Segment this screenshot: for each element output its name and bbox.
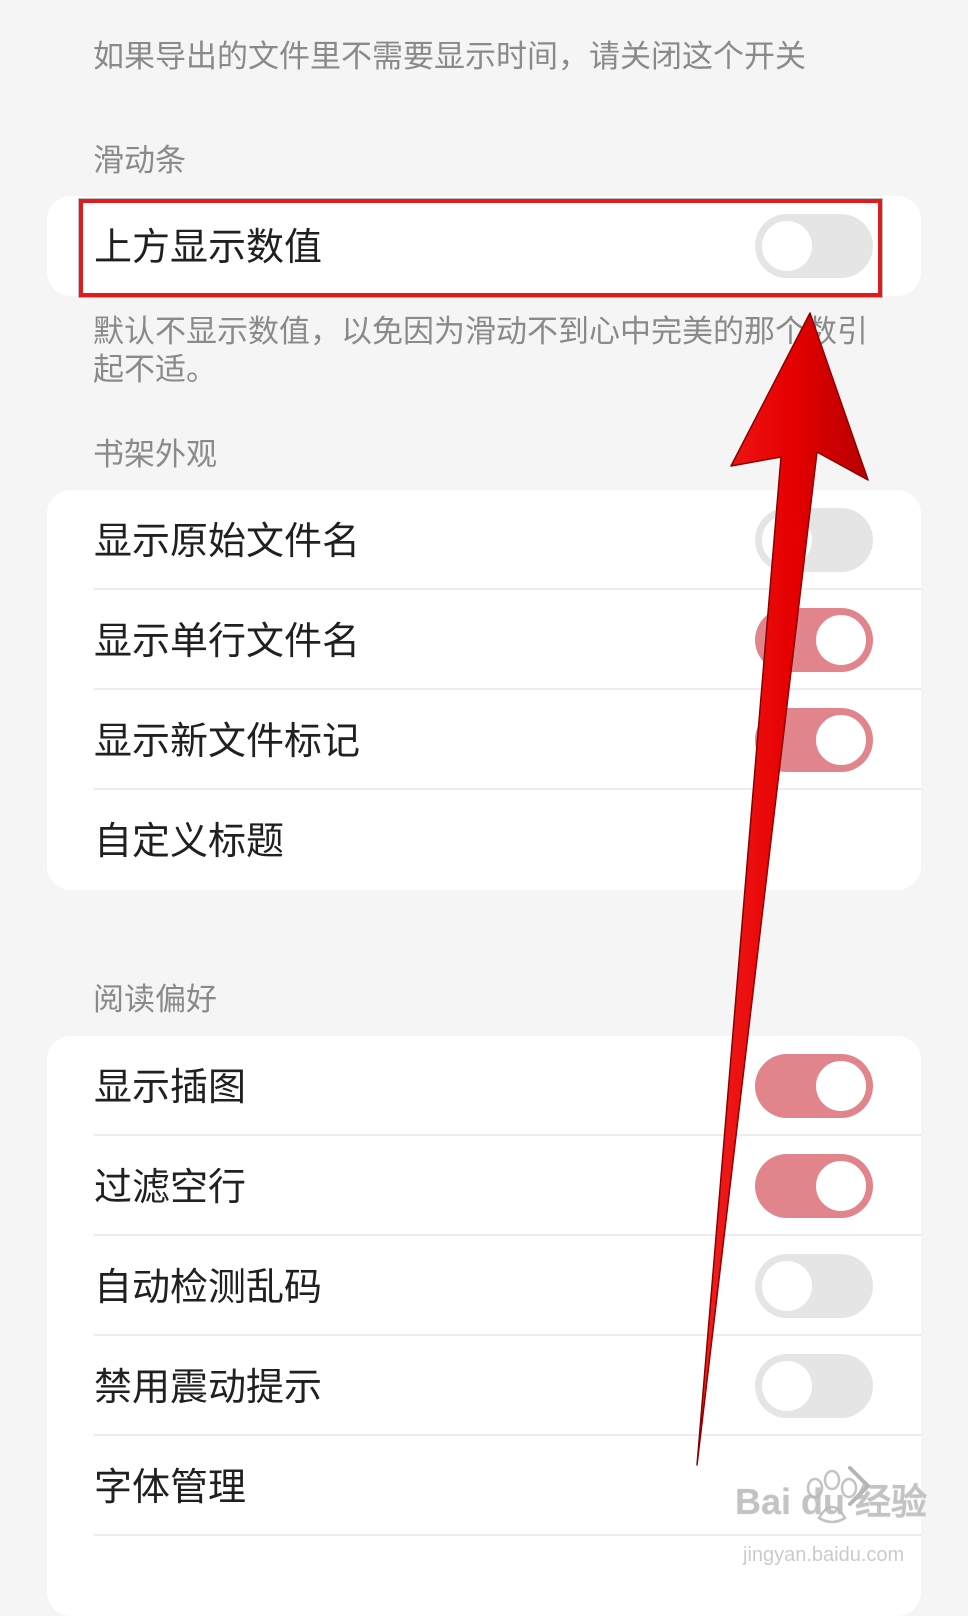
setting-label: 禁用震动提示 <box>94 1365 323 1409</box>
section-title-bookshelf: 书架外观 <box>93 437 217 473</box>
setting-row-auto-detect-garbled[interactable]: 自动检测乱码 <box>47 1236 921 1336</box>
toggle-knob <box>813 712 869 768</box>
slider-value-hint: 默认不显示数值，以免因为滑动不到心中完美的那个数引起不适。 <box>93 314 868 388</box>
new-file-marker-toggle[interactable] <box>755 708 873 772</box>
auto-detect-garbled-toggle[interactable] <box>755 1254 873 1318</box>
bookshelf-settings-card: 显示原始文件名 显示单行文件名 显示新文件标记 自定义标题 <box>47 490 921 890</box>
filter-empty-lines-toggle[interactable] <box>755 1154 873 1218</box>
watermark-url: jingyan.baidu.com <box>743 1544 905 1566</box>
setting-label: 自动检测乱码 <box>94 1265 323 1309</box>
section-title-reading-preferences: 阅读偏好 <box>93 982 217 1018</box>
toggle-knob <box>759 1358 815 1414</box>
setting-row-custom-title[interactable]: 自定义标题 <box>47 790 921 890</box>
show-illustrations-toggle[interactable] <box>755 1054 873 1118</box>
setting-label: 过滤空行 <box>94 1165 247 1209</box>
single-line-filename-toggle[interactable] <box>755 608 873 672</box>
setting-label: 显示原始文件名 <box>94 519 361 563</box>
setting-label: 显示新文件标记 <box>94 719 361 763</box>
setting-label: 自定义标题 <box>94 819 285 863</box>
setting-row-show-original-filename[interactable]: 显示原始文件名 <box>47 490 921 590</box>
setting-row-new-file-marker[interactable]: 显示新文件标记 <box>47 690 921 790</box>
export-time-hint: 如果导出的文件里不需要显示时间，请关闭这个开关 <box>93 39 806 75</box>
toggle-knob <box>813 612 869 668</box>
setting-row-show-illustrations[interactable]: 显示插图 <box>47 1036 921 1136</box>
setting-label: 显示单行文件名 <box>94 619 361 663</box>
toggle-knob <box>759 512 815 568</box>
section-title-slider: 滑动条 <box>93 143 186 179</box>
watermark-title: Bai du 经验 <box>735 1481 928 1522</box>
toggle-knob <box>813 1058 869 1114</box>
toggle-knob <box>759 1258 815 1314</box>
highlight-box <box>79 199 882 297</box>
baidu-jingyan-watermark: Bai du 经验 jingyan.baidu.com <box>735 1468 960 1588</box>
disable-vibration-toggle[interactable] <box>755 1354 873 1418</box>
show-original-filename-toggle[interactable] <box>755 508 873 572</box>
setting-label: 显示插图 <box>94 1065 247 1109</box>
setting-label: 字体管理 <box>94 1465 247 1509</box>
setting-row-disable-vibration[interactable]: 禁用震动提示 <box>47 1336 921 1436</box>
toggle-knob <box>813 1158 869 1214</box>
setting-row-single-line-filename[interactable]: 显示单行文件名 <box>47 590 921 690</box>
setting-row-filter-empty-lines[interactable]: 过滤空行 <box>47 1136 921 1236</box>
